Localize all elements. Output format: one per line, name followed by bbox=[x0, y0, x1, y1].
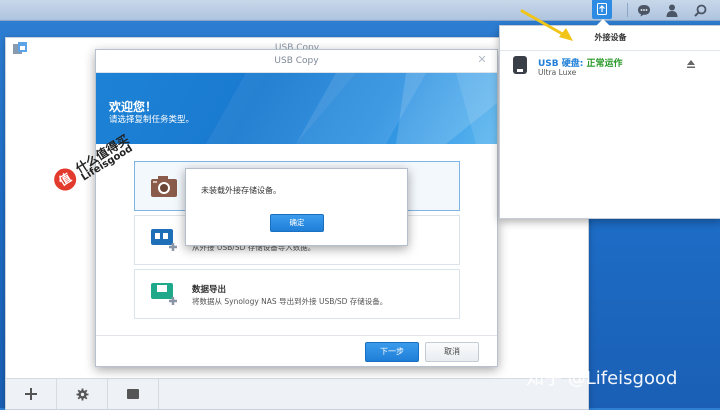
option-data-export[interactable]: 数据导出 将数据从 Synology NAS 导出到外接 USB/SD 存储设备… bbox=[134, 269, 460, 319]
usb-export-icon bbox=[149, 281, 179, 307]
popup-caret bbox=[596, 19, 610, 26]
alert-dialog: 未装载外接存储设备。 确定 bbox=[185, 168, 408, 246]
ok-button[interactable]: 确定 bbox=[270, 214, 324, 232]
user-icon[interactable] bbox=[661, 0, 683, 20]
plus-icon[interactable] bbox=[6, 379, 57, 409]
watermark-zhihu: 知乎 @Lifeisgood bbox=[526, 368, 678, 389]
upload-icon[interactable] bbox=[592, 0, 612, 19]
option-description: 将数据从 Synology NAS 导出到外接 USB/SD 存储设备。 bbox=[192, 297, 388, 306]
annotation-arrow bbox=[520, 9, 573, 41]
option-title: 数据导出 bbox=[192, 285, 227, 295]
chat-icon[interactable] bbox=[633, 0, 655, 20]
taskbar-separator bbox=[627, 3, 628, 17]
minus-icon[interactable] bbox=[108, 379, 159, 409]
camera-icon bbox=[149, 173, 179, 199]
cancel-button[interactable]: 取消 bbox=[425, 342, 479, 362]
eject-icon[interactable] bbox=[686, 59, 696, 69]
device-model: Ultra Luxe bbox=[538, 68, 577, 77]
background-window-toolbar bbox=[6, 378, 588, 409]
usb-import-icon bbox=[149, 227, 179, 253]
external-devices-popup: 外接设备 USB 硬盘: 正常运作 Ultra Luxe bbox=[499, 19, 720, 219]
welcome-banner: 欢迎您！ 请选择复制任务类型。 bbox=[96, 73, 497, 144]
welcome-subtitle: 请选择复制任务类型。 bbox=[109, 115, 195, 125]
close-icon[interactable]: ✕ bbox=[475, 53, 489, 67]
alert-message: 未装载外接存储设备。 bbox=[201, 186, 281, 195]
dialog-title: USB Copy bbox=[96, 50, 497, 73]
search-icon[interactable] bbox=[689, 0, 711, 20]
gear-icon[interactable] bbox=[57, 379, 108, 409]
taskbar bbox=[0, 0, 720, 21]
next-button[interactable]: 下一步 bbox=[365, 342, 419, 362]
device-status: 正常运作 bbox=[586, 59, 623, 69]
usb-drive-icon bbox=[512, 56, 528, 74]
dialog-footer: 下一步 取消 bbox=[96, 335, 497, 366]
